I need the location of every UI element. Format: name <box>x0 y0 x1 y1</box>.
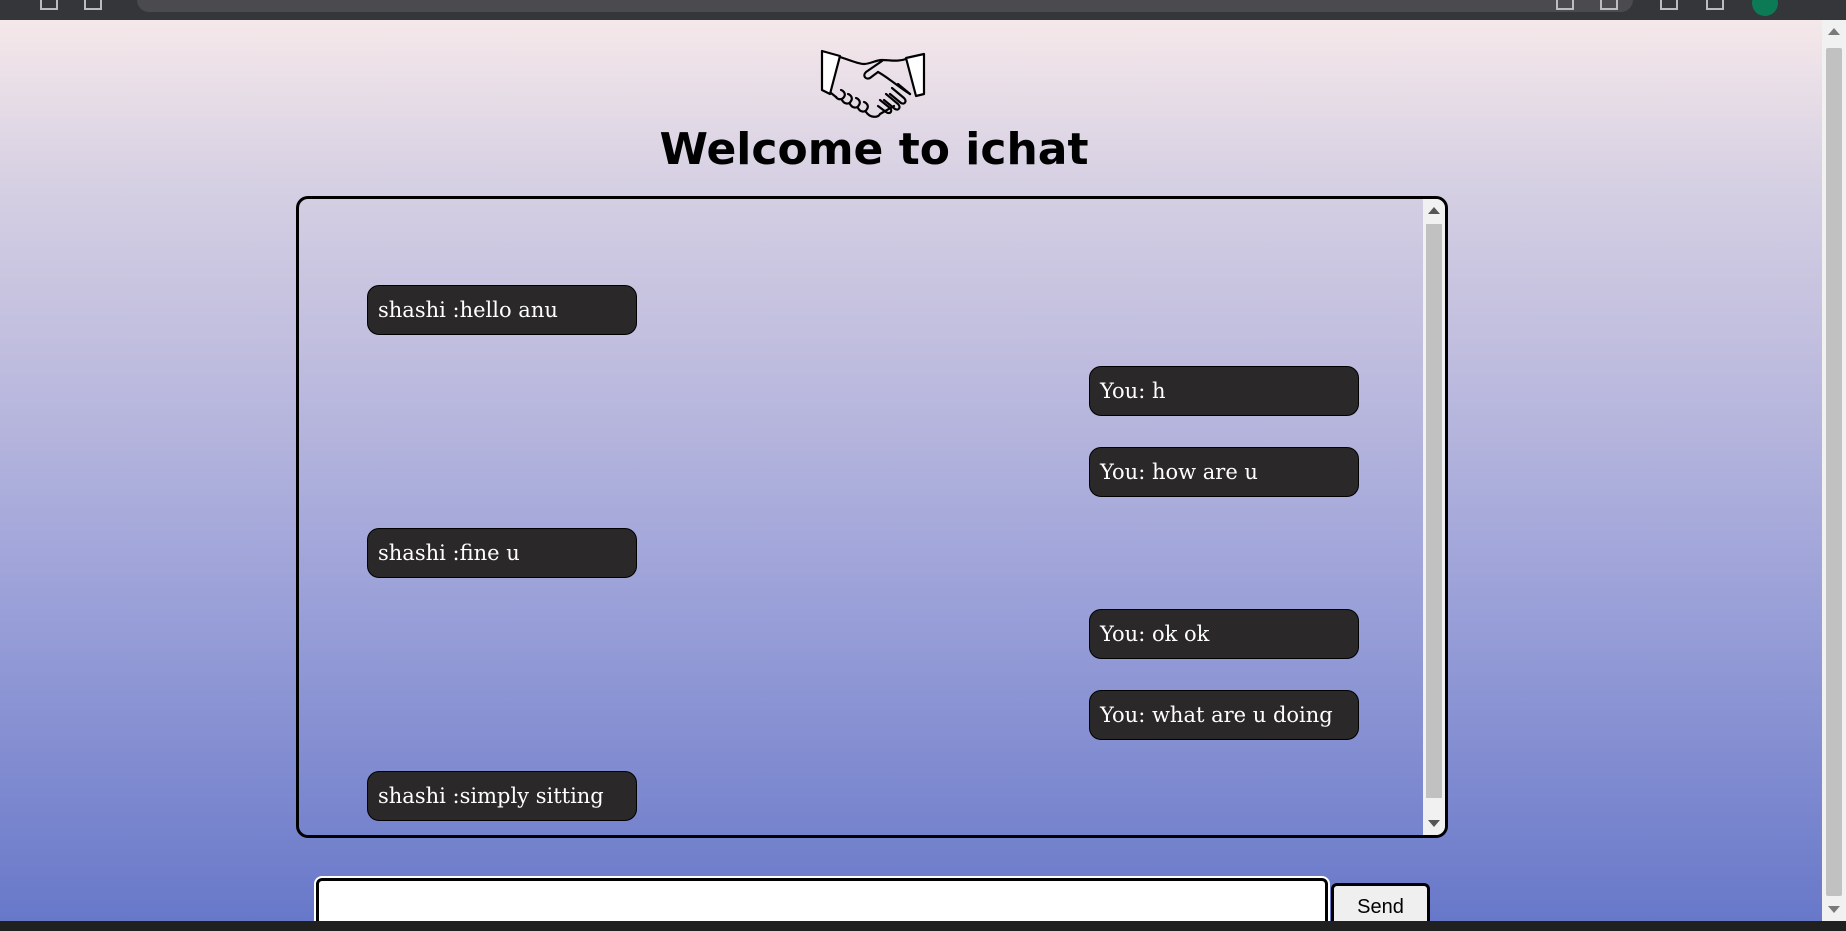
page-scrollbar[interactable] <box>1822 20 1846 921</box>
handshake-icon <box>820 49 926 118</box>
chat-scrollbar[interactable] <box>1423 199 1445 835</box>
message-bubble-sent: You: how are u <box>1089 447 1359 497</box>
chat-scroll-up-icon[interactable] <box>1428 207 1440 214</box>
scroll-up-icon[interactable] <box>1828 28 1840 35</box>
chat-scroll-down-icon[interactable] <box>1428 820 1440 827</box>
page-title: Welcome to ichat <box>659 124 1089 175</box>
taskbar-strip <box>0 921 1846 931</box>
install-icon[interactable] <box>1556 0 1574 10</box>
scroll-down-icon[interactable] <box>1828 906 1840 913</box>
message-bubble-received: shashi :hello anu <box>367 285 637 335</box>
sidebar-icon[interactable] <box>1706 0 1724 10</box>
browser-toolbar <box>0 0 1846 21</box>
extensions-icon[interactable] <box>1660 0 1678 10</box>
home-icon[interactable] <box>84 0 102 10</box>
chat-container[interactable]: shashi :hello anu You: h You: how are u … <box>296 196 1448 838</box>
page-scrollbar-thumb[interactable] <box>1826 48 1842 896</box>
profile-avatar[interactable] <box>1752 0 1778 16</box>
message-bubble-sent: You: ok ok <box>1089 609 1359 659</box>
chat-scrollbar-thumb[interactable] <box>1426 224 1442 798</box>
message-bubble-received: shashi :fine u <box>367 528 637 578</box>
bookmark-icon[interactable] <box>1600 0 1618 10</box>
address-bar[interactable] <box>137 0 1633 12</box>
message-bubble-sent: You: h <box>1089 366 1359 416</box>
reload-icon[interactable] <box>40 0 58 10</box>
message-bubble-sent: You: what are u doing <box>1089 690 1359 740</box>
message-bubble-received: shashi :simply sitting <box>367 771 637 821</box>
